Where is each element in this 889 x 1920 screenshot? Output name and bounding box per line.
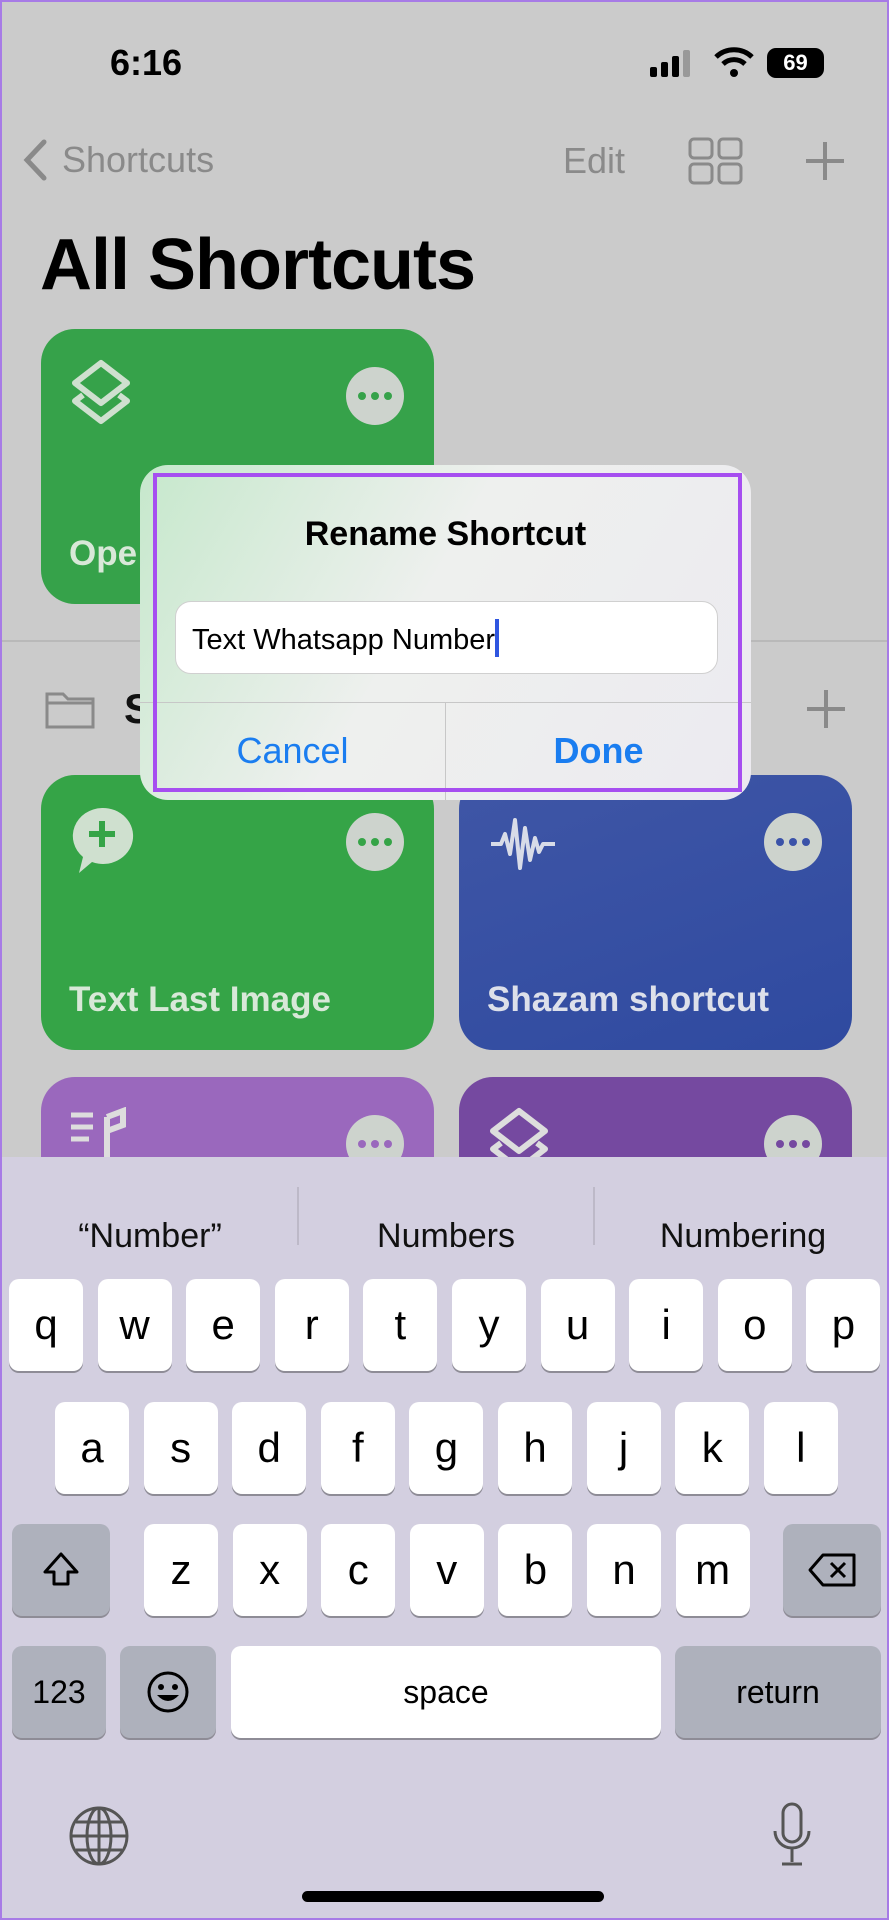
key-g[interactable]: g (409, 1402, 484, 1494)
key-s[interactable]: s (143, 1402, 218, 1494)
key-t[interactable]: t (363, 1279, 438, 1371)
done-button[interactable]: Done (446, 702, 751, 800)
delete-key[interactable] (783, 1524, 881, 1616)
key-n[interactable]: n (587, 1524, 661, 1616)
signal-icon (650, 50, 690, 77)
suggestion[interactable]: “Number” (2, 1217, 298, 1256)
dialog-title: Rename Shortcut (304, 515, 587, 553)
message-plus-icon (72, 807, 134, 873)
status-time: 6:16 (110, 42, 183, 83)
more-button[interactable] (346, 813, 404, 871)
key-i[interactable]: i (629, 1279, 704, 1371)
shortcut-card[interactable]: Text Last Image (41, 775, 434, 1050)
key-k[interactable]: k (675, 1402, 750, 1494)
layers-icon (72, 360, 130, 424)
shortcut-label: Ope (69, 534, 138, 573)
more-button[interactable] (764, 813, 822, 871)
keyboard: “Number” Numbers Numbering qwertyuiop asd… (2, 1157, 887, 1918)
input-value: Text Whatsapp Number (192, 624, 496, 656)
page-title: All Shortcuts (40, 225, 476, 305)
edit-button[interactable]: Edit (563, 140, 625, 182)
key-l[interactable]: l (763, 1402, 838, 1494)
battery-level: 69 (783, 50, 808, 75)
key-m[interactable]: m (675, 1524, 750, 1616)
emoji-icon (147, 1671, 189, 1713)
wifi-icon (714, 47, 754, 77)
key-z[interactable]: z (144, 1524, 218, 1616)
return-key[interactable]: return (675, 1646, 881, 1738)
space-key[interactable]: space (231, 1646, 661, 1738)
rename-dialog: Rename Shortcut Text Whatsapp Number Can… (140, 465, 751, 800)
microphone-icon[interactable] (770, 1801, 814, 1869)
key-e[interactable]: e (186, 1279, 261, 1371)
shortcut-card[interactable]: Shazam shortcut (459, 775, 852, 1050)
globe-icon[interactable] (68, 1805, 130, 1867)
key-w[interactable]: w (97, 1279, 172, 1371)
delete-icon (808, 1553, 856, 1587)
add-icon[interactable] (804, 140, 846, 182)
key-y[interactable]: y (452, 1279, 526, 1371)
key-v[interactable]: v (409, 1524, 484, 1616)
key-j[interactable]: j (586, 1402, 661, 1494)
shortcut-label: Shazam shortcut (487, 980, 769, 1019)
key-b[interactable]: b (498, 1524, 573, 1616)
key-q[interactable]: q (9, 1279, 83, 1371)
cancel-button[interactable]: Cancel (140, 702, 445, 800)
shortcut-name-input[interactable]: Text Whatsapp Number (175, 601, 718, 674)
suggestion[interactable]: Numbers (298, 1217, 594, 1256)
shift-key[interactable] (12, 1524, 110, 1616)
waveform-icon (491, 818, 555, 870)
home-indicator (302, 1891, 604, 1902)
shortcut-label: Text Last Image (69, 980, 331, 1019)
key-x[interactable]: x (232, 1524, 307, 1616)
more-button[interactable] (346, 367, 404, 425)
key-f[interactable]: f (320, 1402, 395, 1494)
key-u[interactable]: u (540, 1279, 615, 1371)
suggestion[interactable]: Numbering (595, 1217, 889, 1256)
back-button[interactable]: Shortcuts (22, 138, 214, 182)
folder-icon (45, 692, 95, 729)
emoji-key[interactable] (120, 1646, 216, 1738)
add-folder-shortcut-icon[interactable] (805, 688, 847, 730)
numbers-key[interactable]: 123 (12, 1646, 106, 1738)
key-o[interactable]: o (717, 1279, 792, 1371)
key-a[interactable]: a (55, 1402, 129, 1494)
text-caret (495, 619, 500, 658)
chevron-left-icon (23, 139, 47, 181)
key-r[interactable]: r (274, 1279, 349, 1371)
shift-icon (43, 1552, 79, 1586)
key-d[interactable]: d (232, 1402, 307, 1494)
key-c[interactable]: c (321, 1524, 396, 1616)
battery-icon: 69 (767, 48, 824, 78)
grid-view-icon[interactable] (688, 137, 744, 185)
key-p[interactable]: p (806, 1279, 881, 1371)
key-h[interactable]: h (498, 1402, 572, 1494)
back-label: Shortcuts (62, 139, 215, 180)
